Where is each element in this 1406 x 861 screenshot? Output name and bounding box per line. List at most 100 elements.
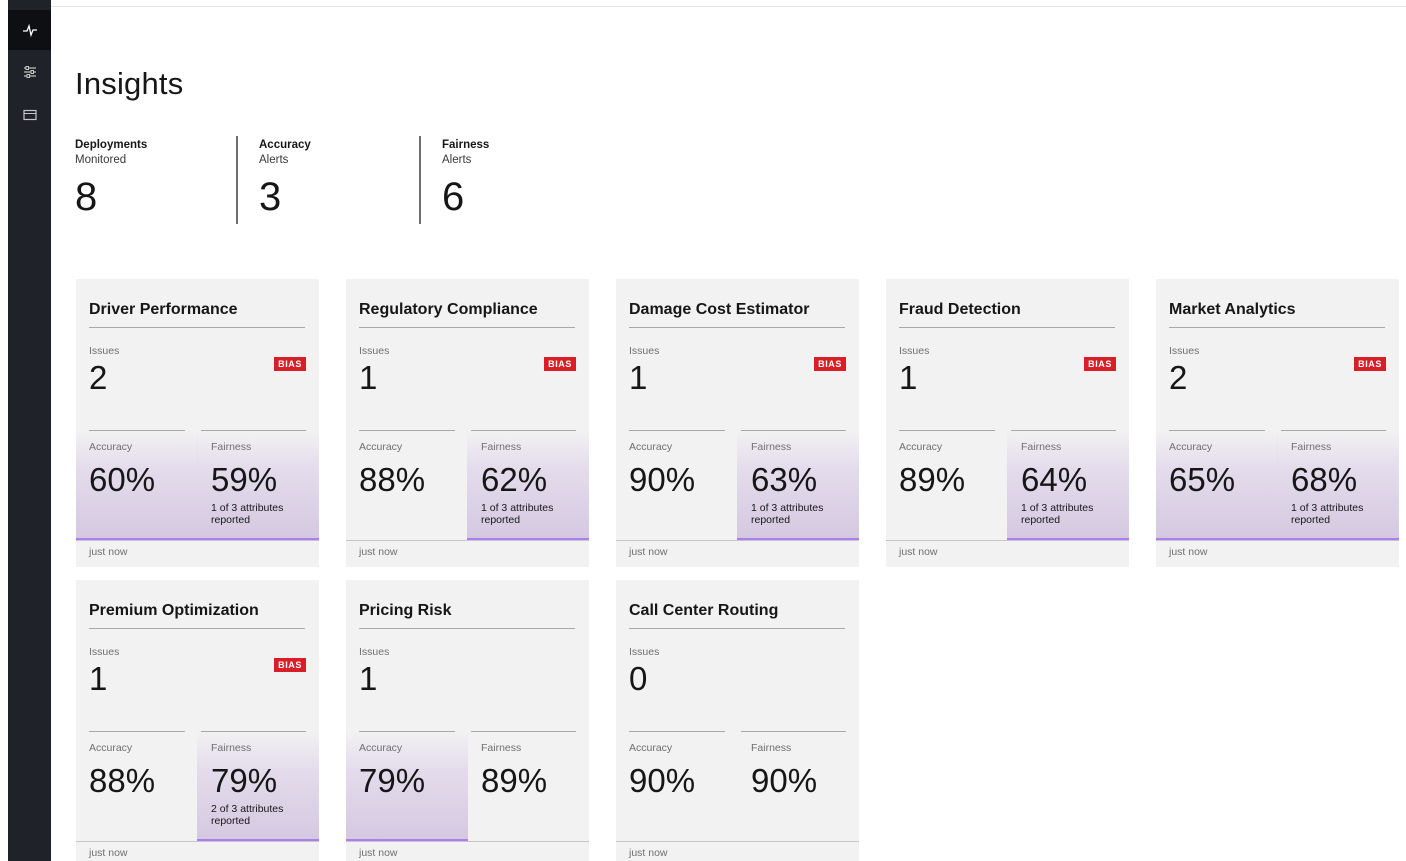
- fairness-note: 1 of 3 attributes reported: [211, 502, 284, 526]
- sidebar-item-insights[interactable]: [8, 10, 51, 50]
- metric-divider: [629, 731, 725, 732]
- accuracy-label: Accuracy: [629, 742, 673, 754]
- fairness-label: Fairness: [481, 441, 522, 453]
- metric-divider: [359, 430, 455, 431]
- issues-count: 1: [89, 660, 108, 697]
- summary-sublabel: Monitored: [75, 154, 127, 166]
- issues-label: Issues: [629, 345, 660, 357]
- accuracy-metric[interactable]: Accuracy 89%: [886, 430, 1008, 540]
- sidebar: [8, 0, 51, 861]
- fairness-metric[interactable]: Fairness 59% 1 of 3 attributes reported: [197, 430, 319, 540]
- summary-divider: [419, 136, 421, 224]
- footer-divider: [346, 540, 589, 541]
- card-title[interactable]: Driver Performance: [89, 301, 238, 319]
- fairness-label: Fairness: [481, 742, 522, 754]
- metric-divider: [89, 731, 185, 732]
- title-divider: [629, 327, 845, 328]
- summary-fairness-alerts: Fairness Alerts 6: [442, 138, 489, 228]
- metric-divider: [741, 430, 846, 431]
- metric-divider: [471, 731, 576, 732]
- deployment-card[interactable]: Driver Performance Issues 2 BIAS Accurac…: [76, 279, 319, 567]
- accuracy-metric[interactable]: Accuracy 65%: [1156, 430, 1278, 540]
- metric-divider: [899, 430, 995, 431]
- last-updated: just now: [359, 847, 398, 859]
- fairness-metric[interactable]: Fairness 79% 2 of 3 attributes reported: [197, 731, 319, 841]
- footer-divider: [1156, 540, 1399, 541]
- fairness-note: 1 of 3 attributes reported: [751, 502, 824, 526]
- last-updated: just now: [359, 546, 398, 558]
- summary-sublabel: Alerts: [259, 154, 289, 166]
- deployment-card[interactable]: Call Center Routing Issues 0 Accuracy 90…: [616, 580, 859, 861]
- fairness-metric[interactable]: Fairness 64% 1 of 3 attributes reported: [1007, 430, 1129, 540]
- accuracy-label: Accuracy: [359, 742, 403, 754]
- fairness-value: 64%: [1021, 461, 1088, 498]
- deployment-card[interactable]: Pricing Risk Issues 1 Accuracy 79% Fairn…: [346, 580, 589, 861]
- fairness-value: 90%: [751, 762, 818, 799]
- sidebar-item-configure[interactable]: [8, 52, 51, 92]
- metric-divider: [1011, 430, 1116, 431]
- card-title[interactable]: Premium Optimization: [89, 602, 259, 620]
- summary-label: Fairness: [442, 139, 490, 151]
- footer-divider: [76, 540, 319, 541]
- accuracy-metric[interactable]: Accuracy 90%: [616, 731, 738, 841]
- summary-label: Accuracy: [259, 139, 311, 151]
- fairness-metric[interactable]: Fairness 62% 1 of 3 attributes reported: [467, 430, 589, 540]
- card-title[interactable]: Fraud Detection: [899, 301, 1021, 319]
- accuracy-value: 88%: [89, 762, 156, 799]
- fairness-metric[interactable]: Fairness 68% 1 of 3 attributes reported: [1277, 430, 1399, 540]
- bias-badge: BIAS: [274, 658, 306, 672]
- metric-divider: [1169, 430, 1265, 431]
- accuracy-value: 65%: [1169, 461, 1236, 498]
- last-updated: just now: [899, 546, 938, 558]
- title-divider: [1169, 327, 1385, 328]
- activity-icon: [22, 23, 37, 38]
- list-settings-icon: [23, 66, 36, 78]
- card-title[interactable]: Call Center Routing: [629, 602, 778, 620]
- fairness-metric[interactable]: Fairness 89%: [467, 731, 589, 841]
- fairness-value: 68%: [1291, 461, 1358, 498]
- issues-label: Issues: [89, 345, 120, 357]
- sidebar-item-monitor[interactable]: [8, 95, 51, 135]
- fairness-label: Fairness: [1291, 441, 1332, 453]
- accuracy-metric[interactable]: Accuracy 79%: [346, 731, 468, 841]
- deployment-card[interactable]: Damage Cost Estimator Issues 1 BIAS Accu…: [616, 279, 859, 567]
- accuracy-metric[interactable]: Accuracy 60%: [76, 430, 198, 540]
- metric-divider: [201, 430, 306, 431]
- summary-accuracy-alerts: Accuracy Alerts 3: [259, 138, 311, 228]
- bias-badge: BIAS: [814, 357, 846, 371]
- last-updated: just now: [629, 546, 668, 558]
- title-divider: [629, 628, 845, 629]
- card-title[interactable]: Regulatory Compliance: [359, 301, 538, 319]
- summary-value: 3: [259, 175, 282, 219]
- card-title[interactable]: Market Analytics: [1169, 301, 1296, 319]
- bias-badge: BIAS: [1354, 357, 1386, 371]
- footer-divider: [616, 540, 859, 541]
- fairness-note: 1 of 3 attributes reported: [1021, 502, 1094, 526]
- title-divider: [359, 628, 575, 629]
- accuracy-label: Accuracy: [899, 441, 943, 453]
- deployment-card[interactable]: Fraud Detection Issues 1 BIAS Accuracy 8…: [886, 279, 1129, 567]
- accuracy-label: Accuracy: [89, 441, 133, 453]
- accuracy-metric[interactable]: Accuracy 88%: [346, 430, 468, 540]
- deployment-card[interactable]: Regulatory Compliance Issues 1 BIAS Accu…: [346, 279, 589, 567]
- deployment-card[interactable]: Market Analytics Issues 2 BIAS Accuracy …: [1156, 279, 1399, 567]
- fairness-metric[interactable]: Fairness 90%: [737, 731, 859, 841]
- page-title: Insights: [75, 66, 184, 101]
- accuracy-value: 89%: [899, 461, 966, 498]
- bias-badge: BIAS: [274, 357, 306, 371]
- metric-divider: [201, 731, 306, 732]
- fairness-metric[interactable]: Fairness 63% 1 of 3 attributes reported: [737, 430, 859, 540]
- issues-count: 2: [1169, 359, 1188, 396]
- accuracy-metric[interactable]: Accuracy 88%: [76, 731, 198, 841]
- issues-label: Issues: [89, 646, 120, 658]
- card-title[interactable]: Damage Cost Estimator: [629, 301, 810, 319]
- deployment-card[interactable]: Premium Optimization Issues 1 BIAS Accur…: [76, 580, 319, 861]
- bias-badge: BIAS: [1084, 357, 1116, 371]
- accuracy-label: Accuracy: [89, 742, 133, 754]
- fairness-label: Fairness: [751, 742, 792, 754]
- summary-label: Deployments: [75, 139, 148, 151]
- last-updated: just now: [89, 546, 128, 558]
- last-updated: just now: [1169, 546, 1208, 558]
- accuracy-metric[interactable]: Accuracy 90%: [616, 430, 738, 540]
- card-title[interactable]: Pricing Risk: [359, 602, 451, 620]
